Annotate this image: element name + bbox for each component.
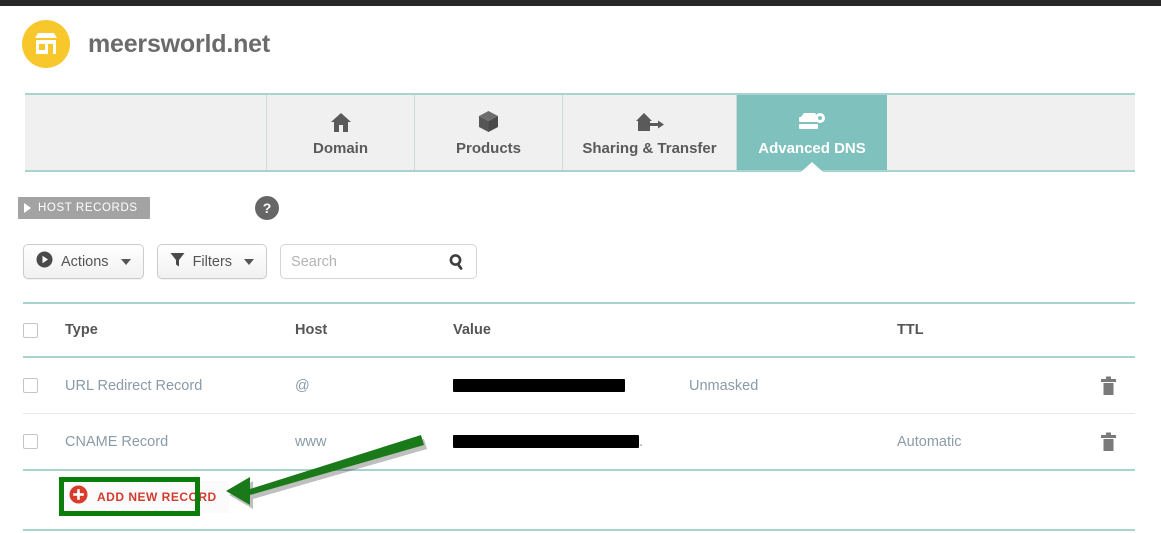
select-all-cell bbox=[23, 322, 65, 338]
filters-button-label: Filters bbox=[192, 253, 233, 270]
storefront-icon bbox=[22, 20, 70, 68]
table-header-row: Type Host Value TTL bbox=[23, 304, 1135, 356]
brand-header: meersworld.net bbox=[22, 20, 270, 68]
help-icon-label: ? bbox=[262, 200, 272, 216]
tab-sharing-transfer[interactable]: Sharing & Transfer bbox=[563, 95, 737, 170]
host-records-label: HOST RECORDS bbox=[38, 202, 138, 214]
search-icon[interactable] bbox=[448, 253, 466, 276]
row-value: . bbox=[453, 433, 689, 451]
add-record-row: ADD NEW RECORD bbox=[23, 471, 1135, 529]
row-checkbox[interactable] bbox=[23, 434, 38, 449]
plus-circle-icon bbox=[69, 485, 88, 509]
column-header-value: Value bbox=[453, 322, 491, 338]
house-arrow-icon bbox=[635, 109, 665, 133]
row-value bbox=[453, 377, 689, 395]
column-header-type: Type bbox=[65, 322, 98, 338]
table-row[interactable]: URL Redirect Record @ Unmasked bbox=[23, 358, 1135, 413]
funnel-icon bbox=[170, 252, 185, 272]
row-type: CNAME Record bbox=[65, 433, 169, 450]
tab-spacer-left bbox=[25, 95, 267, 170]
chevron-down-icon bbox=[120, 258, 131, 265]
table-bottom-rule bbox=[23, 529, 1135, 531]
tab-sharing-transfer-label: Sharing & Transfer bbox=[582, 139, 717, 157]
row-ttl: Automatic bbox=[897, 433, 962, 450]
main-tab-bar: Domain Products Sharing & Transfer Advan… bbox=[25, 93, 1135, 172]
tab-products[interactable]: Products bbox=[415, 95, 563, 170]
tab-spacer-right bbox=[887, 95, 1135, 170]
row-host: @ bbox=[295, 377, 310, 394]
trash-icon[interactable] bbox=[1100, 376, 1117, 396]
redacted-value bbox=[453, 378, 625, 392]
trash-icon[interactable] bbox=[1100, 432, 1117, 452]
actions-button-label: Actions bbox=[61, 253, 109, 270]
chevron-down-icon bbox=[244, 258, 255, 265]
column-header-host: Host bbox=[295, 322, 328, 338]
page-title: meersworld.net bbox=[88, 29, 270, 58]
row-type: URL Redirect Record bbox=[65, 377, 203, 394]
row-checkbox[interactable] bbox=[23, 378, 38, 393]
add-new-record-label: ADD NEW RECORD bbox=[97, 490, 217, 504]
column-header-ttl: TTL bbox=[897, 322, 924, 338]
select-all-checkbox[interactable] bbox=[23, 322, 38, 338]
tab-advanced-dns-label: Advanced DNS bbox=[758, 139, 866, 157]
search-input[interactable] bbox=[291, 253, 452, 270]
search-field[interactable] bbox=[280, 244, 478, 279]
box-icon bbox=[478, 109, 499, 133]
page-root: meersworld.net Domain Products Sharing &… bbox=[0, 0, 1161, 533]
play-circle-icon bbox=[36, 251, 53, 272]
row-select-cell bbox=[23, 378, 65, 393]
browser-top-bar bbox=[0, 0, 1161, 6]
tab-domain-label: Domain bbox=[312, 139, 368, 157]
tab-domain[interactable]: Domain bbox=[267, 95, 415, 170]
host-records-banner: HOST RECORDS bbox=[18, 197, 150, 219]
actions-button[interactable]: Actions bbox=[23, 244, 144, 279]
row-value-suffix: . bbox=[639, 433, 644, 450]
server-gear-icon bbox=[797, 109, 827, 133]
active-tab-indicator bbox=[801, 162, 823, 172]
row-redirect-mask: Unmasked bbox=[689, 377, 759, 394]
chevron-right-icon bbox=[24, 203, 31, 213]
records-toolbar: Actions Filters bbox=[23, 244, 478, 279]
help-icon[interactable]: ? bbox=[255, 196, 279, 220]
tab-advanced-dns[interactable]: Advanced DNS bbox=[737, 95, 887, 172]
row-host: www bbox=[295, 433, 327, 450]
tab-products-label: Products bbox=[455, 139, 521, 157]
add-new-record-button[interactable]: ADD NEW RECORD bbox=[61, 481, 229, 513]
row-select-cell bbox=[23, 434, 65, 449]
redacted-value bbox=[453, 434, 639, 448]
house-icon bbox=[330, 109, 352, 133]
row-delete-cell bbox=[1081, 376, 1135, 396]
filters-button[interactable]: Filters bbox=[156, 244, 268, 279]
row-delete-cell bbox=[1081, 432, 1135, 452]
host-records-table: Type Host Value TTL URL Redirect Record … bbox=[23, 302, 1135, 531]
table-row[interactable]: CNAME Record www . Automatic bbox=[23, 414, 1135, 469]
